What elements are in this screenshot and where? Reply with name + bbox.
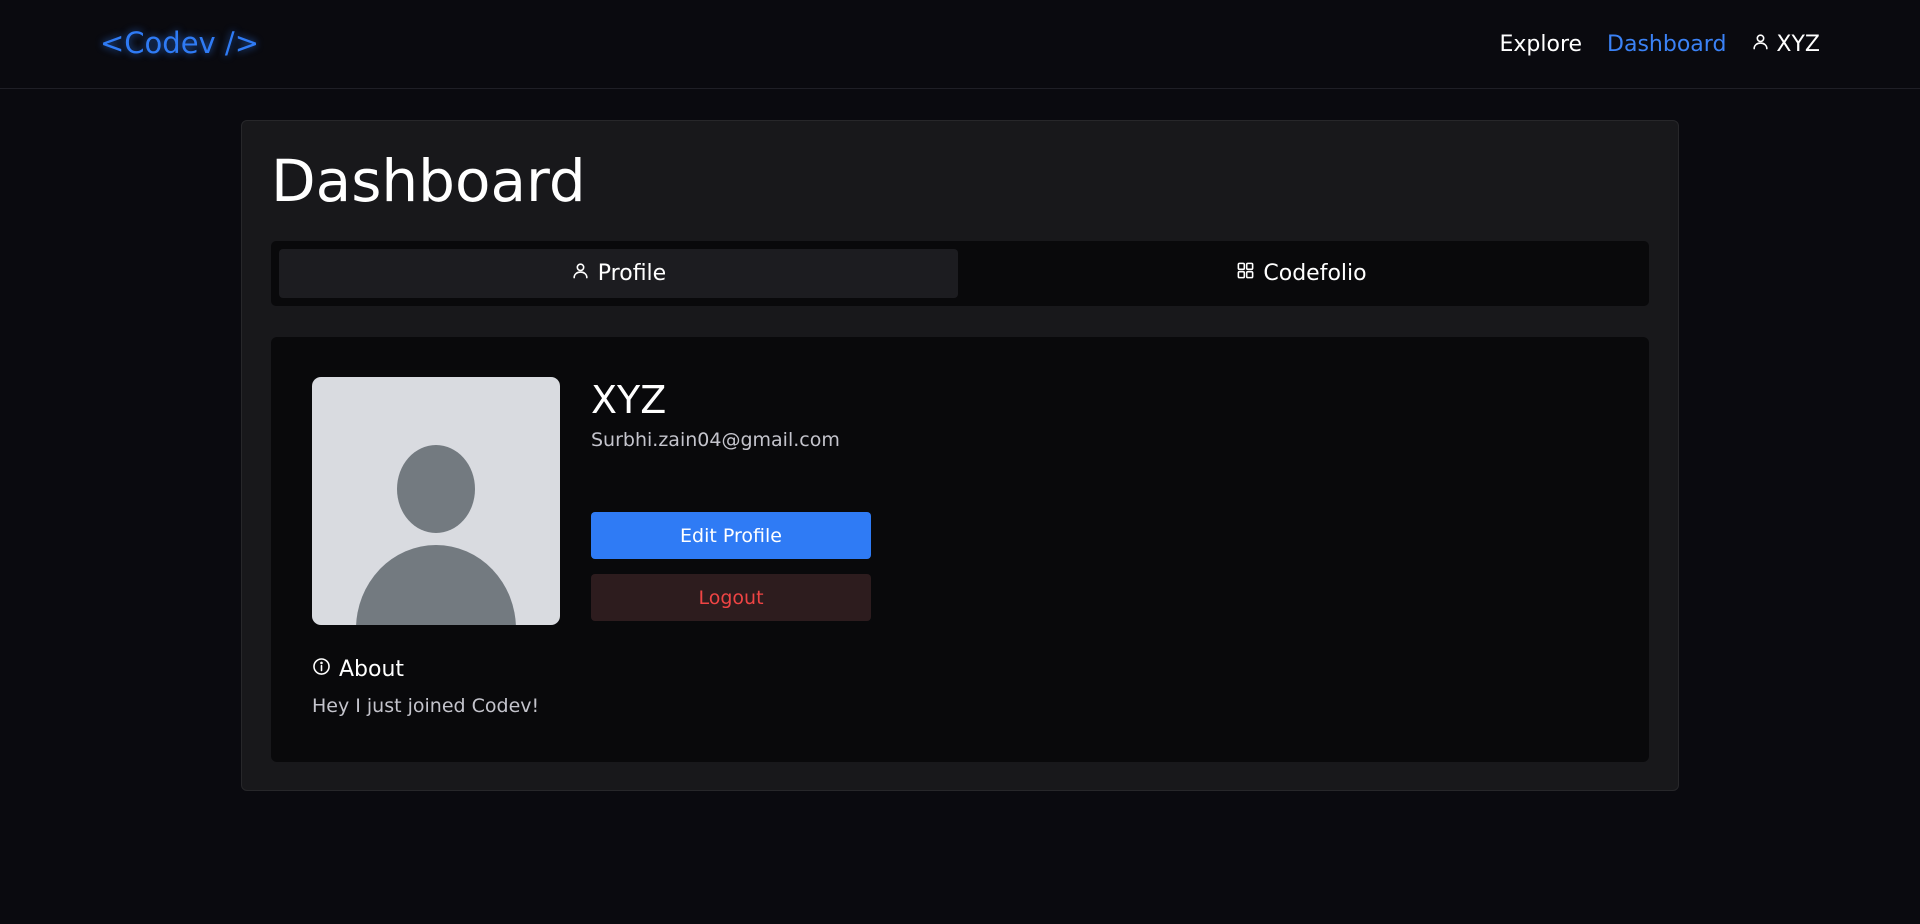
about-heading-label: About [339,657,405,682]
tab-codefolio[interactable]: Codefolio [962,249,1641,298]
nav-user-menu[interactable]: XYZ [1751,32,1820,57]
grid-icon [1236,261,1255,286]
tab-codefolio-label: Codefolio [1263,261,1367,286]
nav-user-name: XYZ [1776,32,1820,57]
tab-profile[interactable]: Profile [279,249,958,298]
info-icon [312,657,331,682]
user-icon [1751,32,1770,57]
dashboard-card: Dashboard Profile Codefolio XYZ Surbhi.z… [241,120,1679,791]
brand-logo[interactable]: <Codev /> [100,26,259,60]
user-icon [571,261,590,286]
navbar: <Codev /> Explore Dashboard XYZ [0,0,1920,89]
avatar [312,377,560,625]
page-title: Dashboard [271,147,586,215]
default-avatar-icon [356,445,516,625]
nav-link-dashboard[interactable]: Dashboard [1607,32,1726,57]
profile-panel: XYZ Surbhi.zain04@gmail.com Edit Profile… [271,337,1649,762]
edit-profile-button[interactable]: Edit Profile [591,512,871,559]
about-heading: About [312,657,404,682]
profile-name: XYZ [591,378,667,422]
profile-email: Surbhi.zain04@gmail.com [591,429,840,451]
dashboard-tabs: Profile Codefolio [271,241,1649,306]
nav-links: Explore Dashboard XYZ [1499,32,1820,57]
logout-button[interactable]: Logout [591,574,871,621]
tab-profile-label: Profile [597,261,667,286]
about-text: Hey I just joined Codev! [312,695,540,717]
nav-link-explore[interactable]: Explore [1499,32,1582,57]
